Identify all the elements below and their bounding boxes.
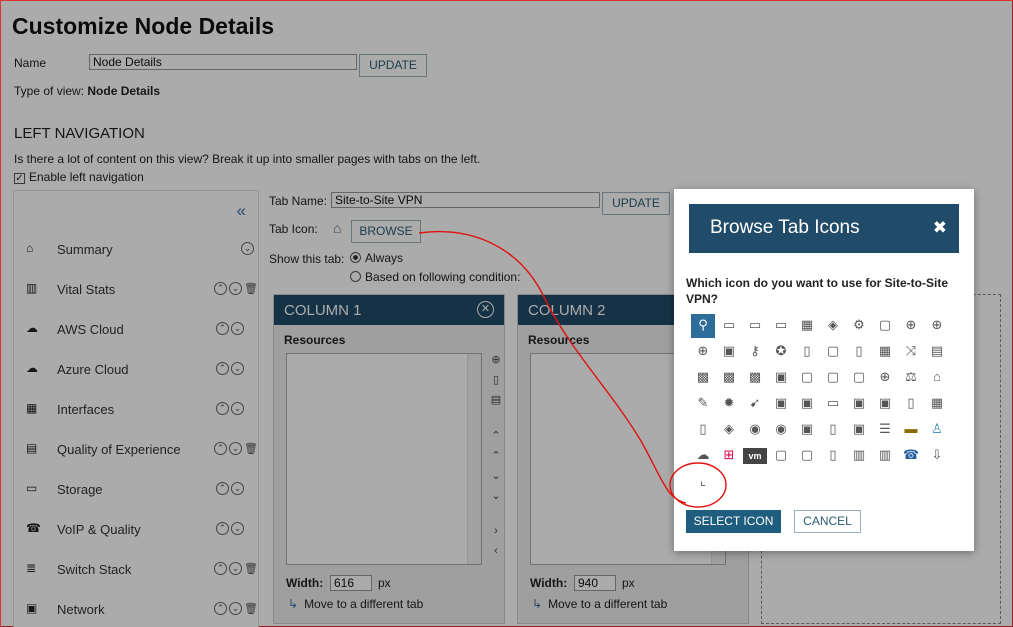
customize-node-details-page: Customize Node Details Name Node Details…: [0, 0, 1013, 627]
frame-icon[interactable]: ▣: [873, 392, 897, 416]
vmware-icon[interactable]: vm: [743, 448, 767, 464]
globe-gear-icon[interactable]: ⊕: [925, 314, 949, 338]
home-icon[interactable]: ⌂: [925, 366, 949, 390]
layers-icon[interactable]: ◈: [821, 314, 845, 338]
close-icon[interactable]: ✖: [933, 218, 947, 238]
dialog-question: Which icon do you want to use for Site-t…: [686, 276, 948, 306]
refresh-icon[interactable]: ◉: [743, 418, 767, 442]
download-icon[interactable]: ⇩: [925, 444, 949, 468]
list-icon[interactable]: ☰: [873, 418, 897, 442]
globe-gear-icon[interactable]: ⊕: [691, 340, 715, 364]
arrow-icon[interactable]: ➹: [743, 392, 767, 416]
device-gear-icon[interactable]: ⚙: [847, 314, 871, 338]
cancel-button[interactable]: CANCEL: [794, 510, 861, 533]
tv-icon[interactable]: ▬: [899, 418, 923, 442]
file-icon[interactable]: ▯: [821, 444, 845, 468]
chart-icon[interactable]: ▥: [873, 444, 897, 468]
monitor-icon[interactable]: ▣: [717, 340, 741, 364]
grid-icon[interactable]: ▦: [925, 392, 949, 416]
storage-icon[interactable]: ▭: [821, 392, 845, 416]
phone-icon[interactable]: ☎: [899, 444, 923, 468]
monitor-icon[interactable]: ▣: [847, 418, 871, 442]
refresh-icon[interactable]: ◉: [769, 418, 793, 442]
monitor-icon[interactable]: ▣: [795, 418, 819, 442]
pencil-icon[interactable]: ✎: [691, 392, 715, 416]
layers-icon[interactable]: ◈: [717, 418, 741, 442]
device-icon[interactable]: ▢: [821, 340, 845, 364]
dialog-header: Browse Tab Icons ✖: [689, 204, 959, 253]
phone-gear-icon[interactable]: ▤: [925, 340, 949, 364]
frame-icon[interactable]: ▣: [795, 392, 819, 416]
dialog-title: Browse Tab Icons: [710, 217, 860, 238]
hub-icon[interactable]: ✪: [769, 340, 793, 364]
monitor-icon[interactable]: ▣: [769, 366, 793, 390]
server-icon[interactable]: ▯: [795, 340, 819, 364]
frame-icon[interactable]: ▣: [769, 392, 793, 416]
file-icon[interactable]: ▯: [899, 392, 923, 416]
windows-icon[interactable]: ⊞: [717, 444, 741, 468]
file-icon[interactable]: ▯: [821, 418, 845, 442]
file-icon[interactable]: ▯: [691, 418, 715, 442]
chip-icon[interactable]: ▩: [717, 366, 741, 390]
gear-icon[interactable]: ✹: [717, 392, 741, 416]
chip-icon[interactable]: ▩: [691, 366, 715, 390]
globe-gear-icon[interactable]: ⊕: [899, 314, 923, 338]
window-icon[interactable]: ▭: [769, 314, 793, 338]
balance-icon[interactable]: ⚖: [899, 366, 923, 390]
device-icon[interactable]: ▢: [821, 366, 845, 390]
plus-icon[interactable]: ⊕: [873, 366, 897, 390]
server-icon[interactable]: ▯: [847, 340, 871, 364]
frame-icon[interactable]: ▣: [847, 392, 871, 416]
window-icon[interactable]: ▭: [743, 314, 767, 338]
window-icon[interactable]: ▭: [717, 314, 741, 338]
cloud-icon[interactable]: ☁: [691, 444, 715, 468]
user-icon[interactable]: ♙: [925, 418, 949, 442]
device-icon[interactable]: ▢: [795, 366, 819, 390]
shuffle-icon[interactable]: ⤨: [899, 340, 923, 364]
port-icon[interactable]: ▦: [873, 340, 897, 364]
chair-icon[interactable]: ⌞: [691, 470, 715, 494]
vpn-icon[interactable]: ⚲: [691, 314, 715, 338]
device-icon[interactable]: ▢: [873, 314, 897, 338]
select-icon-button[interactable]: SELECT ICON: [686, 510, 781, 533]
port-icon[interactable]: ▦: [795, 314, 819, 338]
device-icon[interactable]: ▢: [847, 366, 871, 390]
key-icon[interactable]: ⚷: [743, 340, 767, 364]
device-icon[interactable]: ▢: [769, 444, 793, 468]
device-icon[interactable]: ▢: [795, 444, 819, 468]
chip-icon[interactable]: ▩: [743, 366, 767, 390]
chart-icon[interactable]: ▥: [847, 444, 871, 468]
browse-tab-icons-dialog: Browse Tab Icons ✖ Which icon do you wan…: [674, 189, 974, 551]
